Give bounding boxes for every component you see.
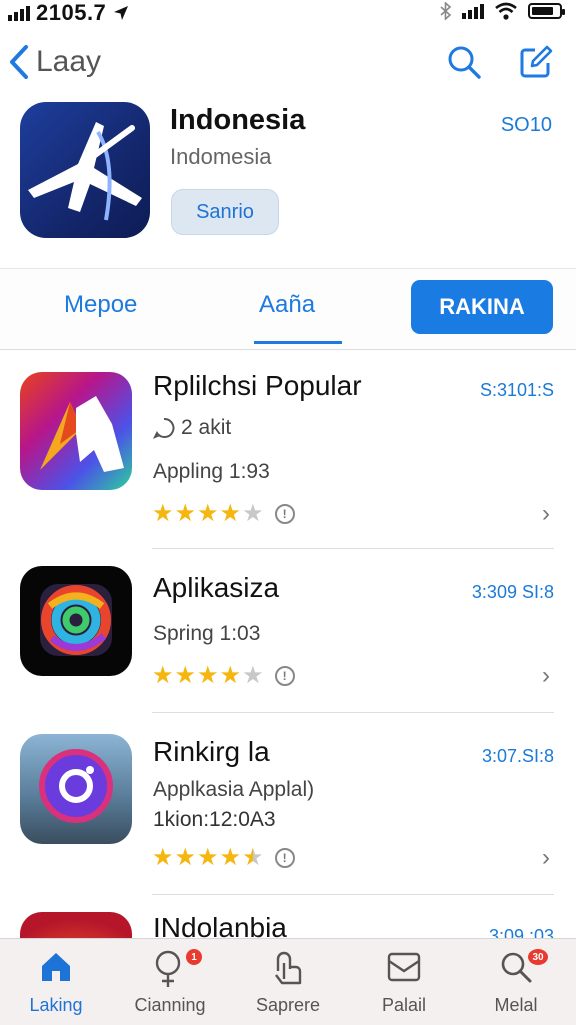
tabbar-item-5[interactable]: 30 Melal <box>466 939 566 1025</box>
divider <box>152 548 554 549</box>
segment-tabs: Mepoe Aaña RAKINA <box>0 268 576 350</box>
chevron-right-icon[interactable]: › <box>542 500 550 528</box>
info-icon: ! <box>274 848 295 868</box>
search-icon[interactable] <box>446 44 482 80</box>
tab-2[interactable]: Aaña <box>259 291 315 319</box>
list-item[interactable]: INdolanbia 3:09 :03 <box>0 912 576 938</box>
hero-app-icon[interactable] <box>20 102 150 238</box>
app-icon <box>20 912 132 938</box>
chevron-right-icon[interactable]: › <box>542 662 550 690</box>
tabbar-item-3[interactable]: Saprere <box>238 939 338 1025</box>
location-icon <box>114 6 129 20</box>
app-icon <box>20 372 132 490</box>
camera-lens-icon <box>39 749 113 823</box>
star-icon: ★ <box>174 500 197 527</box>
star-icon: ★ <box>174 844 197 871</box>
battery-icon <box>528 3 565 19</box>
compose-icon[interactable] <box>518 44 554 80</box>
tabbar-label: Laking <box>29 995 83 1015</box>
star-half-icon: ★ <box>242 844 264 871</box>
star-icon: ★ <box>152 844 174 871</box>
back-label: Laay <box>36 45 102 78</box>
rating-stars: ★ ★ ★ ★ ★ ! <box>152 846 295 870</box>
touch-icon <box>275 951 302 985</box>
divider <box>152 894 554 895</box>
nav-bar: Laay <box>0 40 576 90</box>
tab-3-button[interactable]: RAKINA <box>411 280 553 334</box>
hand-arrow-icon <box>40 396 124 472</box>
app-code: 3:309 SI:8 <box>471 582 554 602</box>
divider <box>152 712 554 713</box>
tab-1[interactable]: Mepoe <box>64 291 137 319</box>
status-bar: 2105.7 <box>0 0 576 26</box>
app-line: Applkasia Applal) <box>153 778 315 801</box>
notification-badge: 1 <box>186 949 202 965</box>
chevron-left-icon <box>10 45 28 79</box>
comment-icon <box>153 417 175 439</box>
swirl-icon <box>40 584 112 656</box>
signal-icon <box>8 5 30 21</box>
star-icon: ★ <box>219 662 242 689</box>
app-icon <box>20 734 132 844</box>
app-title: Rplilchsi Popular <box>153 370 362 401</box>
app-meta-text: 2 akit <box>181 416 232 439</box>
info-icon: ! <box>274 666 295 686</box>
chevron-right-icon[interactable]: › <box>542 844 550 872</box>
hero-code: SO10 <box>500 114 552 136</box>
tab-underline <box>254 341 342 344</box>
hero-subtitle: Indomesia <box>170 144 272 169</box>
app-title: Rinkirg la <box>153 736 270 767</box>
star-icon: ★ <box>152 500 174 527</box>
app-title: INdolanbia <box>153 912 287 938</box>
inbox-icon <box>387 952 421 982</box>
balloon-icon <box>155 950 181 987</box>
app-title: Aplikasiza <box>153 572 280 603</box>
tabbar-item-home[interactable]: Laking <box>6 939 106 1025</box>
tab-bar: Laking 1 Cianning Saprere Palail 30 Mela… <box>0 938 576 1025</box>
star-icon: ★ <box>219 844 242 871</box>
tabbar-item-2[interactable]: 1 Cianning <box>120 939 220 1025</box>
airplane-icon <box>28 122 142 221</box>
star-icon: ★ <box>242 662 264 689</box>
rating-stars: ★ ★ ★ ★ ★ ! <box>152 502 295 526</box>
app-subtitle: 1kion:12:0A3 <box>153 808 276 831</box>
bluetooth-icon <box>440 2 452 20</box>
star-icon: ★ <box>242 500 264 527</box>
star-icon: ★ <box>197 844 219 871</box>
home-icon <box>42 953 70 981</box>
tabbar-label: Cianning <box>134 995 206 1015</box>
app-code: 3:09 :03 <box>488 926 554 938</box>
app-code: S:3101:S <box>479 380 554 400</box>
tabbar-item-4[interactable]: Palail <box>354 939 454 1025</box>
star-icon: ★ <box>174 662 197 689</box>
info-icon: ! <box>274 504 295 524</box>
tabbar-label: Palail <box>381 995 427 1015</box>
status-time: 2105.7 <box>36 0 107 25</box>
notification-badge: 30 <box>528 949 548 965</box>
star-icon: ★ <box>152 662 174 689</box>
nav-actions <box>446 44 554 80</box>
star-icon: ★ <box>197 662 219 689</box>
status-left: 2105.7 <box>8 0 130 26</box>
wifi-icon <box>495 2 517 20</box>
cell-signal-icon <box>462 3 484 19</box>
hero-title: Indonesia <box>170 104 306 136</box>
back-button[interactable]: Laay <box>8 44 101 80</box>
hero-get-button[interactable]: Sanrio <box>171 189 279 235</box>
app-code: 3:07.SI:8 <box>481 746 554 766</box>
rating-stars: ★ ★ ★ ★ ★ ! <box>152 664 295 688</box>
app-subtitle: Spring 1:03 <box>153 622 261 645</box>
app-subtitle: Appling 1:93 <box>153 460 270 483</box>
tabbar-label: Melal <box>494 995 538 1015</box>
status-right <box>440 2 565 20</box>
star-icon: ★ <box>197 500 219 527</box>
app-icon <box>20 566 132 676</box>
star-icon: ★ <box>219 500 242 527</box>
app-meta: 2 akit <box>153 416 231 440</box>
tabbar-label: Saprere <box>255 995 321 1015</box>
